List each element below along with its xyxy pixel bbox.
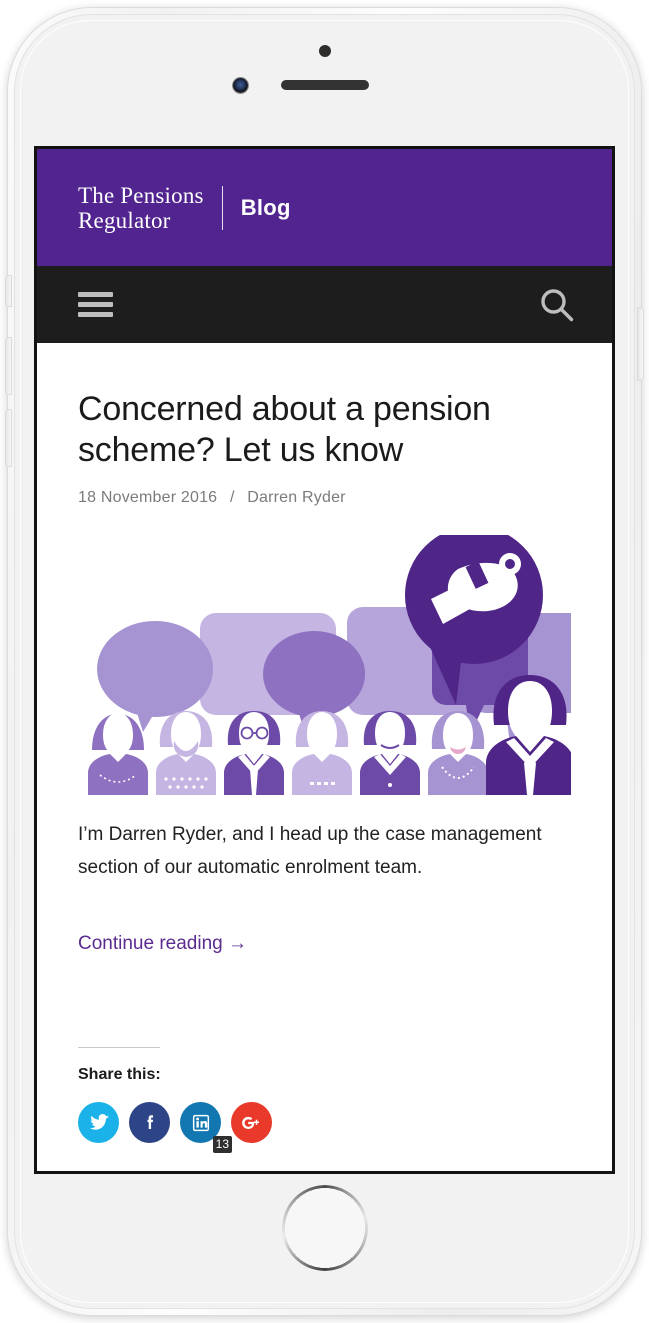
power-button[interactable] — [638, 308, 643, 380]
hamburger-bar — [78, 312, 113, 317]
facebook-icon — [147, 1114, 153, 1129]
person-6 — [428, 711, 488, 795]
linkedin-icon — [192, 1114, 209, 1131]
volume-down-button[interactable] — [6, 410, 11, 466]
hamburger-menu-icon[interactable] — [78, 292, 113, 317]
home-button[interactable] — [281, 1185, 368, 1271]
person-7-whistleblower — [486, 675, 574, 795]
hamburger-bar — [78, 292, 113, 297]
proximity-sensor-icon — [318, 45, 331, 57]
brand-name: The Pensions Regulator — [78, 182, 204, 233]
brand-lockup[interactable]: The Pensions Regulator Blog — [78, 183, 291, 233]
phone-screen: The Pensions Regulator Blog Concerned ab… — [37, 149, 612, 1171]
silent-switch[interactable] — [6, 276, 11, 306]
share-button-linkedin[interactable]: 13 — [180, 1102, 232, 1153]
person-2 — [156, 711, 216, 795]
share-icons: 13 — [78, 1102, 571, 1153]
search-icon[interactable] — [538, 286, 576, 324]
hamburger-bar — [78, 302, 113, 307]
share-count-badge: 13 — [212, 1136, 232, 1153]
person-1 — [88, 713, 148, 795]
navigation-bar — [37, 266, 612, 343]
whistleblowing-illustration — [88, 526, 588, 795]
earpiece-speaker — [280, 80, 369, 90]
volume-up-button[interactable] — [6, 338, 11, 394]
person-5 — [360, 711, 420, 795]
post-meta: 18 November 2016 / Darren Ryder — [78, 489, 571, 507]
share-divider — [78, 1047, 160, 1048]
person-3 — [224, 711, 284, 795]
brand-divider — [221, 185, 223, 230]
brand-subtitle: Blog — [240, 194, 291, 220]
share-button-facebook[interactable] — [129, 1102, 170, 1143]
home-button-ring — [281, 1185, 368, 1271]
front-camera-icon — [233, 78, 248, 93]
person-4 — [292, 711, 352, 795]
post-body: I’m Darren Ryder, and I head up the case… — [78, 824, 542, 878]
twitter-icon — [89, 1113, 109, 1130]
site-header: The Pensions Regulator Blog — [37, 149, 612, 266]
meta-separator: / — [229, 489, 235, 506]
continue-reading-link[interactable]: Continue reading → — [78, 933, 247, 955]
post-author: Darren Ryder — [247, 489, 346, 506]
share-button-googleplus[interactable] — [231, 1102, 272, 1143]
share-block: Share this: 13 — [78, 1047, 571, 1153]
share-button-twitter[interactable] — [78, 1102, 119, 1143]
phone-device: The Pensions Regulator Blog Concerned ab… — [6, 8, 643, 1315]
article-content: Concerned about a pension scheme? Let us… — [37, 343, 612, 1153]
page-title: Concerned about a pension scheme? Let us… — [78, 390, 491, 469]
post-date: 18 November 2016 — [78, 489, 218, 506]
share-label: Share this: — [78, 1066, 161, 1083]
google-plus-icon — [241, 1116, 259, 1129]
